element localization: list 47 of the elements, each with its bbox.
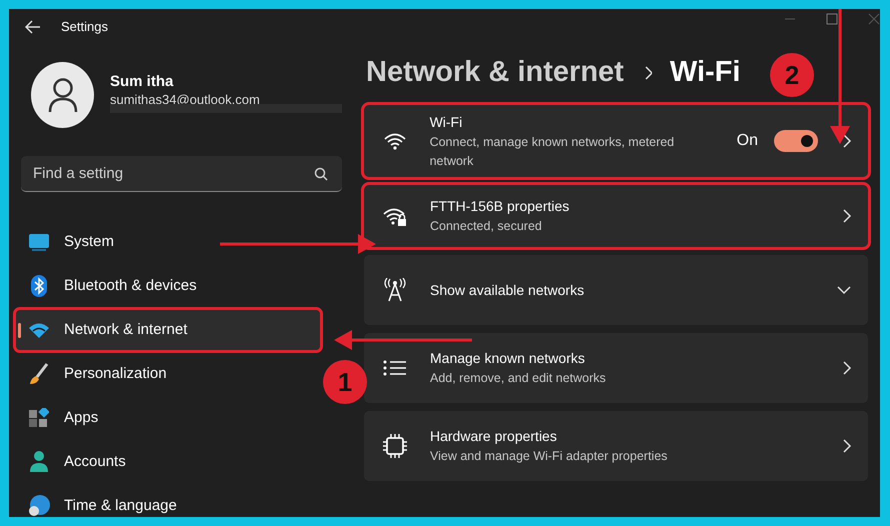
back-arrow-icon[interactable] — [25, 20, 41, 34]
monitor-icon — [28, 233, 50, 251]
setting-card[interactable]: Show available networks — [364, 255, 868, 325]
globe-icon — [28, 495, 50, 517]
setting-description: Connected, secured — [430, 218, 543, 236]
sidebar-item[interactable]: Network & internet — [16, 310, 320, 350]
sidebar-item[interactable]: System — [16, 222, 320, 262]
sidebar-item[interactable]: Accounts — [16, 442, 320, 482]
chevron-down-icon[interactable] — [836, 285, 852, 295]
search-field[interactable]: Find a setting — [21, 156, 342, 192]
setting-title: Show available networks — [430, 280, 586, 300]
user-name: Sum itha — [110, 72, 174, 92]
wifi-icon — [28, 322, 50, 338]
page-title: Wi-Fi — [670, 55, 740, 90]
setting-card[interactable]: Manage known networks Add, remove, and edit networks — [364, 333, 868, 403]
sidebar-item[interactable]: Apps — [16, 398, 320, 438]
list-icon — [383, 360, 407, 376]
sidebar-item[interactable]: Bluetooth & devices — [16, 266, 320, 306]
selection-indicator — [18, 323, 21, 338]
setting-card[interactable]: Wi-Fi Connect, manage known networks, metered network On — [364, 105, 868, 177]
brush-icon — [29, 363, 49, 385]
setting-card[interactable]: FTTH-156B properties Connected, secured — [364, 185, 868, 247]
wifi-icon — [382, 132, 407, 150]
sidebar-item[interactable]: Time & language — [16, 486, 320, 517]
sidebar-item[interactable]: Personalization — [16, 354, 320, 394]
maximize-icon[interactable] — [826, 13, 838, 25]
search-icon — [314, 167, 328, 181]
toggle-state-label: On — [736, 131, 758, 151]
person-icon — [48, 78, 78, 112]
apps-icon — [29, 408, 49, 428]
setting-description: View and manage Wi-Fi adapter properties — [430, 448, 668, 466]
bluetooth-icon — [31, 275, 47, 297]
person-icon — [30, 451, 48, 473]
setting-description: Add, remove, and edit networks — [430, 370, 607, 388]
setting-title: Hardware properties — [430, 427, 558, 446]
user-email: sumithas34@outlook.com — [110, 93, 261, 108]
setting-description: Connect, manage known networks, metered network — [430, 134, 676, 170]
setting-title: Wi-Fi — [430, 112, 464, 132]
window-title: Settings — [61, 18, 108, 36]
breadcrumb-link[interactable]: Network & internet — [366, 51, 624, 95]
chip-icon — [383, 434, 407, 458]
setting-title: Manage known networks — [430, 349, 586, 368]
setting-card[interactable]: Hardware properties View and manage Wi-Fi adapter properties — [364, 411, 868, 481]
toggle-switch[interactable] — [774, 130, 818, 152]
wifi-lock-icon — [382, 206, 408, 226]
antenna-icon — [384, 278, 406, 302]
setting-title: FTTH-156B properties — [430, 197, 570, 216]
